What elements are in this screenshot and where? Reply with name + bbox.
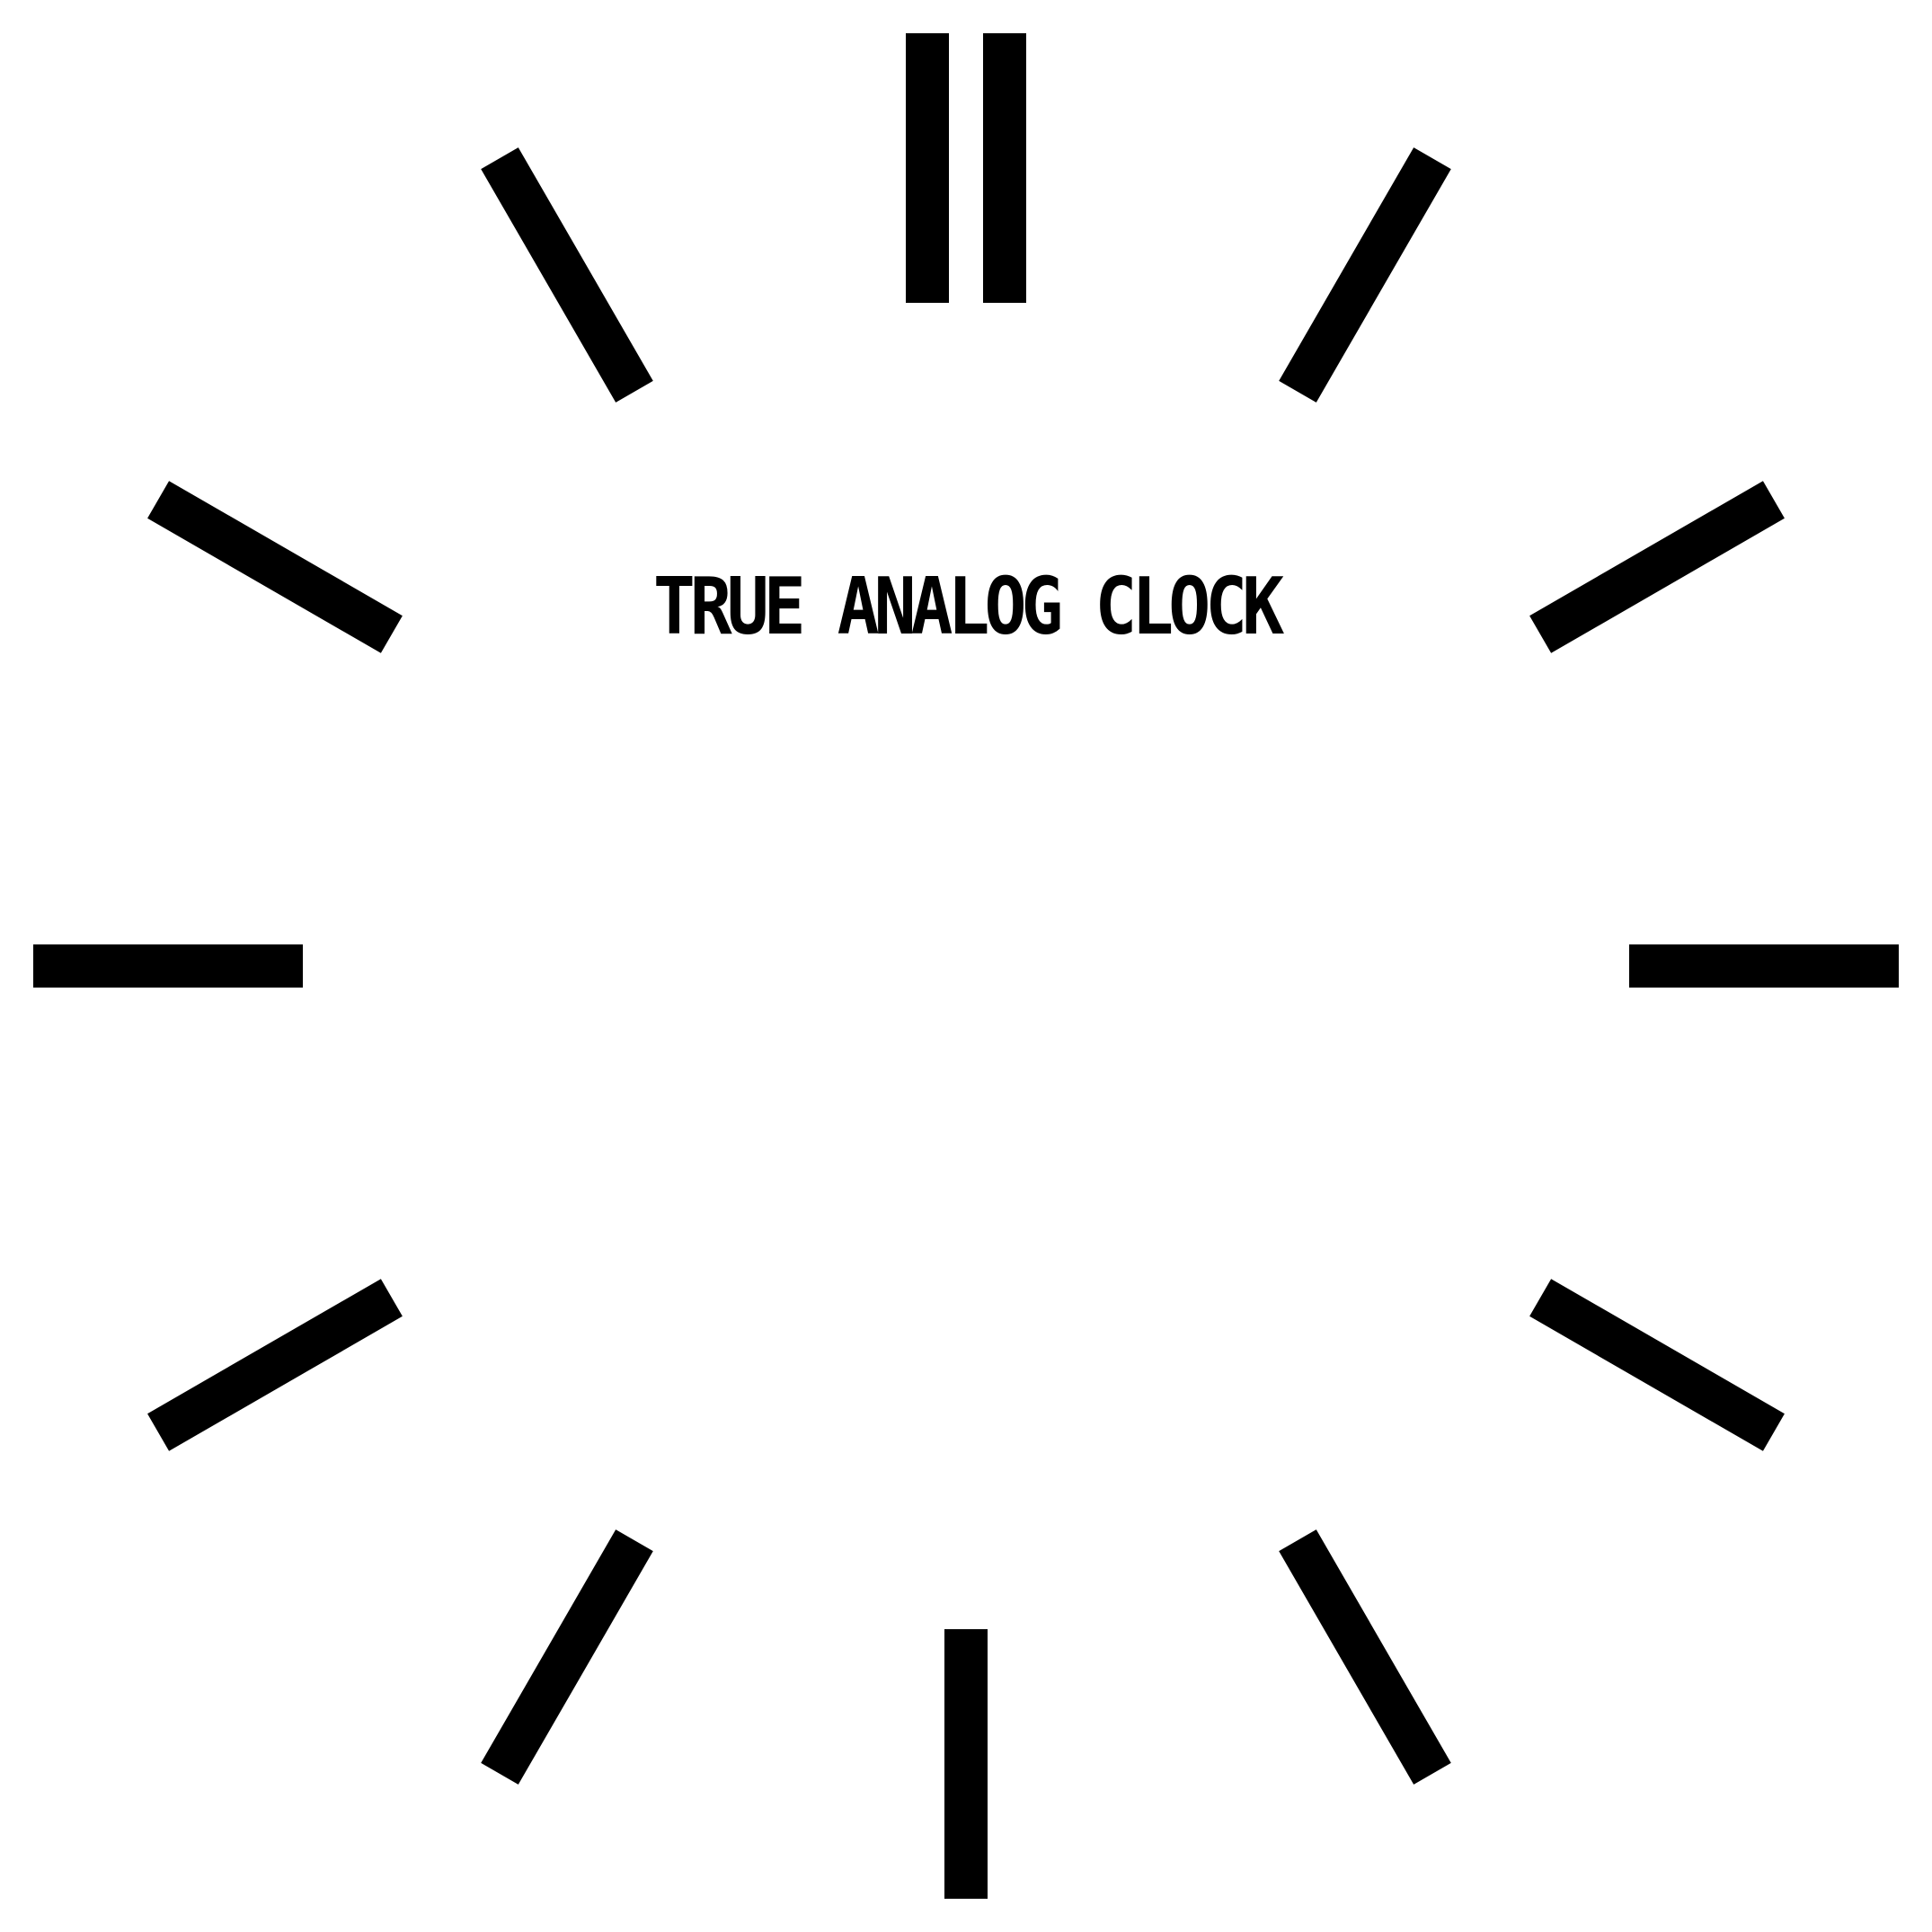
hour-marker-3 [1629, 944, 1899, 988]
hour-marker-12-left [906, 33, 949, 303]
hour-marker-6 [944, 1629, 988, 1899]
hour-markers [33, 33, 1899, 1899]
hour-marker-11 [481, 147, 653, 403]
brand-label: TRUE ANALOG CLOCK [652, 562, 1284, 653]
hour-marker-4 [1529, 1279, 1785, 1451]
hour-marker-8 [147, 1279, 403, 1451]
hour-marker-7 [481, 1529, 653, 1785]
hour-marker-1 [1279, 147, 1451, 403]
hour-marker-12-right [983, 33, 1026, 303]
hour-marker-9 [33, 944, 303, 988]
hour-marker-5 [1279, 1529, 1451, 1785]
clock-face [33, 33, 1899, 1899]
